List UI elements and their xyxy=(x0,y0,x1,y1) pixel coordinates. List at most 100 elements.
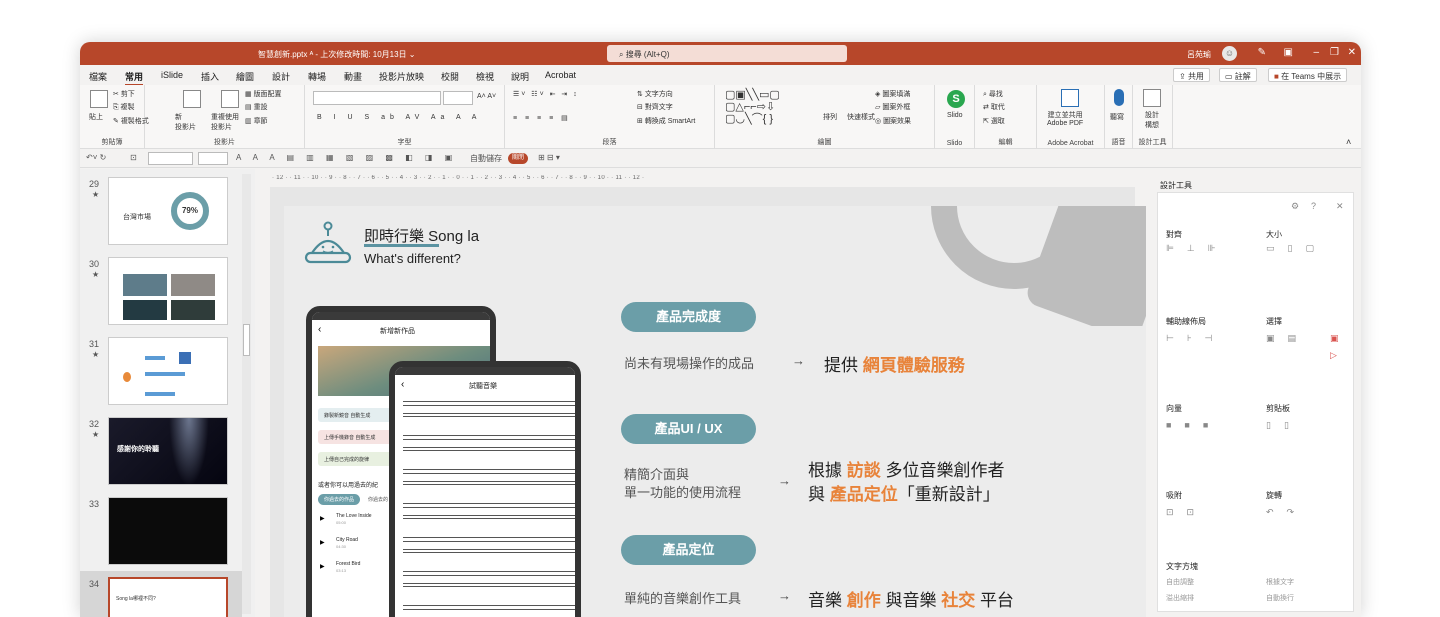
shape-effect-button[interactable]: ◎ 圖案效果 xyxy=(875,116,911,126)
microphone-icon[interactable] xyxy=(1114,89,1124,106)
adobe-pdf-icon[interactable] xyxy=(1061,89,1079,107)
shapes-gallery[interactable]: ▢▣╲╲▭▢ ▢△⌐⌐⇨⇩ ▢◡╲⌒{ } xyxy=(725,89,780,125)
slido-button[interactable]: Slido xyxy=(947,112,963,119)
slide-subtitle[interactable]: What's different? xyxy=(364,251,461,266)
tab-insert[interactable]: 插入 xyxy=(201,70,219,83)
vector-tools[interactable]: ■■■ xyxy=(1166,420,1221,430)
align-buttons[interactable]: ≡ ≡ ≡ ≡ ▤ xyxy=(513,114,571,122)
search-box[interactable]: ⌕ 搜尋 (Alt+Q) xyxy=(607,45,847,62)
tab-view[interactable]: 檢視 xyxy=(476,70,494,83)
create-pdf-button[interactable]: 建立並共用 Adobe PDF xyxy=(1047,110,1083,127)
user-name[interactable]: 呂苑瑜 xyxy=(1187,49,1211,60)
design-ideas-button[interactable]: 設計 構想 xyxy=(1145,110,1159,130)
align-tools[interactable]: ⊫⊥⊪ xyxy=(1166,243,1229,254)
slide-thumbnail-34[interactable]: Song la哪裡不同? xyxy=(108,577,228,617)
reuse-slides-icon[interactable] xyxy=(221,90,239,108)
smartart-button[interactable]: ⊞ 轉換成 SmartArt xyxy=(637,116,695,126)
font-size-select[interactable] xyxy=(443,91,473,105)
shape-fill-button[interactable]: ◈ 圖案填滿 xyxy=(875,89,910,99)
share-button[interactable]: ⇪ 共用 xyxy=(1173,68,1210,82)
comment-button[interactable]: ▭ 註解 xyxy=(1219,68,1257,82)
paste-button[interactable]: 貼上 xyxy=(89,112,103,122)
thumbnail-scrollbar[interactable] xyxy=(242,174,251,614)
avatar[interactable]: ☺ xyxy=(1222,46,1237,61)
select-red-icon[interactable]: ▣ xyxy=(1330,333,1339,344)
slide-thumbnail-31[interactable] xyxy=(108,337,228,405)
reuse-slides-button[interactable]: 重複使用 投影片 xyxy=(211,112,239,132)
phone-mockup-sheet-music[interactable]: ‹ 試聽音樂 xyxy=(389,361,581,617)
slide[interactable]: 即時行樂 Song la What's different? ‹ 新增新作品 錄… xyxy=(284,206,1146,617)
font-grow-icon[interactable]: A˄ A˅ xyxy=(477,93,496,100)
section-button[interactable]: ▥ 章節 xyxy=(245,116,268,126)
select-tools[interactable]: ▣▤ xyxy=(1266,333,1309,344)
tab-acrobat[interactable]: Acrobat xyxy=(545,70,576,80)
qat-font-select[interactable] xyxy=(148,152,193,165)
tab-slideshow[interactable]: 投影片放映 xyxy=(379,70,424,83)
layout-button[interactable]: ▦ 版面配置 xyxy=(245,89,282,99)
paste-icon[interactable] xyxy=(90,90,108,108)
option-wrap[interactable]: 自動換行 xyxy=(1266,593,1294,603)
tab-home[interactable]: 常用 xyxy=(125,70,144,86)
new-slide-button[interactable]: 新 投影片 xyxy=(175,112,196,132)
arrange-button[interactable]: 排列 xyxy=(823,112,837,122)
guide-tools[interactable]: ⊢⊦⊣ xyxy=(1166,333,1225,344)
tab-transitions[interactable]: 轉場 xyxy=(308,70,326,83)
tab-design[interactable]: 設計 xyxy=(272,70,290,83)
pen-icon[interactable]: ✎ xyxy=(1258,47,1266,58)
tab-help[interactable]: 說明 xyxy=(511,70,529,83)
option-free-resize[interactable]: 自由調整 xyxy=(1166,577,1194,587)
format-painter-button[interactable]: ✎ 複製格式 xyxy=(113,116,149,126)
quick-styles-button[interactable]: 快速樣式 xyxy=(847,112,875,122)
settings-icon[interactable]: ⚙ xyxy=(1291,201,1299,212)
slide-title[interactable]: 即時行樂 Song la xyxy=(364,225,479,246)
restore-icon[interactable]: ❐ xyxy=(1330,47,1339,58)
minimize-icon[interactable]: – xyxy=(1313,47,1319,58)
replace-button[interactable]: ⇄ 取代 xyxy=(983,102,1005,112)
scroll-thumb[interactable] xyxy=(243,324,250,356)
reset-button[interactable]: ▤ 重設 xyxy=(245,102,268,112)
list-buttons[interactable]: ☰˅ ☷˅ ⇤ ⇥ ↕ xyxy=(513,90,579,98)
start-slideshow-icon[interactable]: ⊡ xyxy=(130,153,137,162)
qat-extra-icons[interactable]: ⊞ ⊟ ▾ xyxy=(538,153,560,162)
slide-thumbnail-29[interactable]: 台灣市場 79% xyxy=(108,177,228,245)
pointer-red-icon[interactable]: ▷ xyxy=(1330,350,1337,361)
size-tools[interactable]: ▭▯▢ xyxy=(1266,243,1327,254)
slide-thumbnail-32[interactable]: 感謝你的聆聽 xyxy=(108,417,228,485)
slide-thumbnail-33[interactable] xyxy=(108,497,228,565)
new-slide-icon[interactable] xyxy=(183,90,201,108)
snap-tools[interactable]: ⊡⊡ xyxy=(1166,507,1207,518)
close-icon[interactable]: ✕ xyxy=(1336,201,1344,212)
tab-file[interactable]: 檔案 xyxy=(89,70,107,83)
font-family-select[interactable] xyxy=(313,91,441,105)
tab-draw[interactable]: 繪圖 xyxy=(236,70,254,83)
shape-outline-button[interactable]: ▱ 圖案外框 xyxy=(875,102,910,112)
clipboard-tools[interactable]: ▯▯ xyxy=(1266,420,1302,431)
qat-tools[interactable]: A A A ▤ ▥ ▦ ▧ ▨ ▩ ◧ ◨ ▣ xyxy=(236,153,457,162)
find-button[interactable]: ⌕ 尋找 xyxy=(983,89,1003,99)
autosave-toggle[interactable]: 關閉 xyxy=(508,153,528,164)
collapse-ribbon-icon[interactable]: ˄ xyxy=(1346,137,1351,147)
option-overflow[interactable]: 溢出縮排 xyxy=(1166,593,1194,603)
qat-size-select[interactable] xyxy=(198,152,228,165)
slido-icon[interactable]: S xyxy=(947,90,965,108)
option-fit-text[interactable]: 根據文字 xyxy=(1266,577,1294,587)
undo-icon[interactable]: ↶˅ ↻ xyxy=(86,153,106,162)
copy-button[interactable]: ⎘ 複製 xyxy=(113,102,135,112)
close-icon[interactable]: ✕ xyxy=(1348,47,1356,58)
slide-thumbnail-30[interactable] xyxy=(108,257,228,325)
design-ideas-icon[interactable] xyxy=(1143,89,1161,107)
ribbon-display-icon[interactable]: ▣ xyxy=(1284,47,1293,58)
select-button[interactable]: ⇱ 選取 xyxy=(983,116,1005,126)
text-direction-button[interactable]: ⇅ 文字方向 xyxy=(637,89,673,99)
help-icon[interactable]: ? xyxy=(1311,201,1316,211)
font-style-buttons[interactable]: B I U S ab AV Aa A A xyxy=(317,114,481,121)
align-text-button[interactable]: ⊟ 對齊文字 xyxy=(637,102,673,112)
tab-animations[interactable]: 動畫 xyxy=(344,70,362,83)
document-title[interactable]: 智慧創新.pptx ᴬ - 上次修改時間: 10月13日 ⌄ xyxy=(258,49,415,60)
tab-islide[interactable]: iSlide xyxy=(161,70,183,80)
cut-button[interactable]: ✂ 剪下 xyxy=(113,89,135,99)
dictate-button[interactable]: 聽寫 xyxy=(1110,112,1124,122)
tab-review[interactable]: 校閱 xyxy=(441,70,459,83)
rotate-tools[interactable]: ↶↷ xyxy=(1266,507,1307,518)
teams-present-button[interactable]: ■ 在 Teams 中展示 xyxy=(1268,68,1348,82)
